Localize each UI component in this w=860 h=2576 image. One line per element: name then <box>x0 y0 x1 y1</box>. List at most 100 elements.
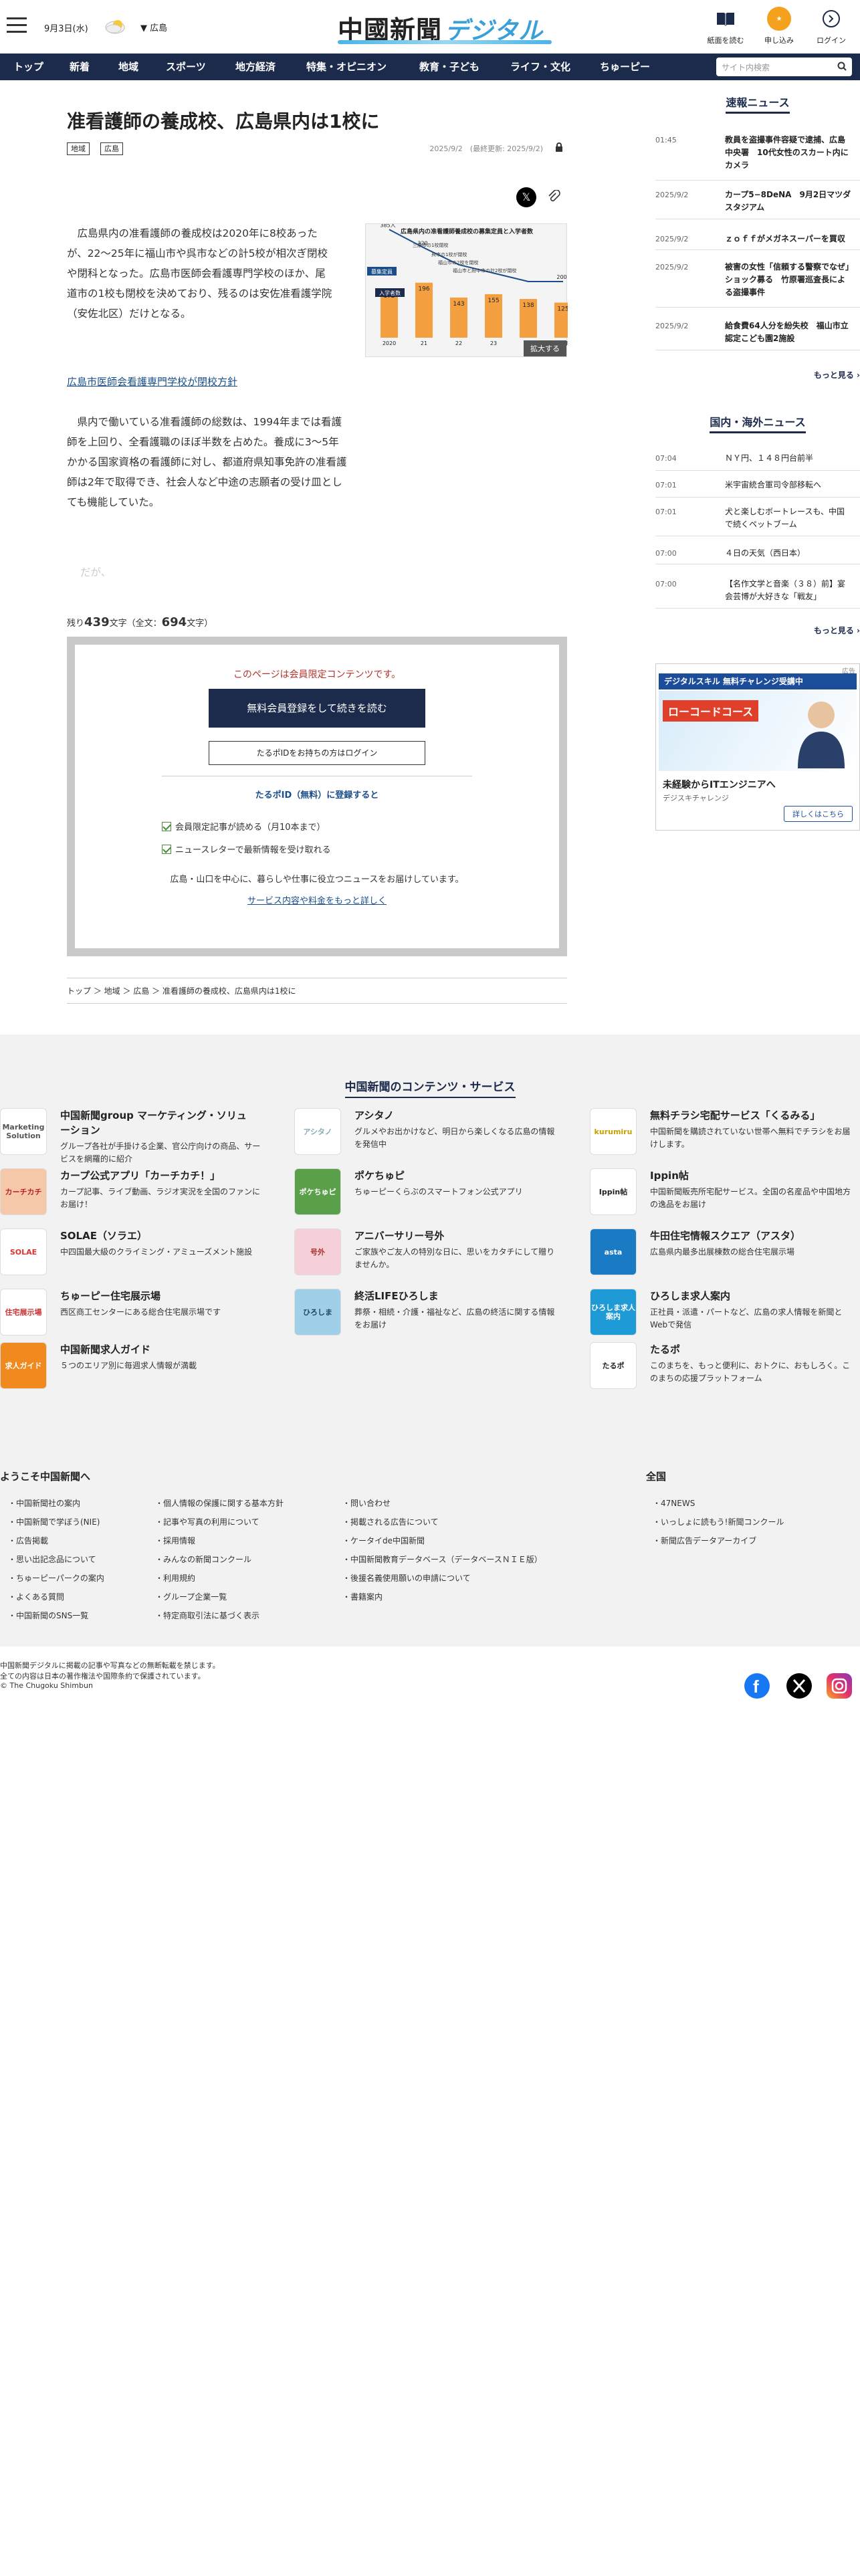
service-item[interactable]: 求人ガイド 中国新聞求人ガイド ５つのエリア別に毎週求人情報が満載 <box>0 1342 267 1396</box>
region-selector[interactable]: ▼ 広島 <box>140 21 167 33</box>
service-item[interactable]: ひろしま求人案内 ひろしま求人案内 正社員・派遣・パートなど、広島の求人情報を新聞と… <box>590 1289 857 1342</box>
service-item[interactable]: たるポ たるポ このまちを、もっと便利に、おトクに、おもしろく。このまちの応援プラッ… <box>590 1342 857 1396</box>
tag-region[interactable]: 地域 <box>67 142 90 155</box>
news-item[interactable]: 07:01 犬と楽しむボートレースも、中国で続くペットブーム <box>655 506 860 536</box>
paper-button[interactable]: 紙面を読む <box>702 7 749 45</box>
footer-link[interactable]: ・グループ企業一覧 <box>155 1591 227 1602</box>
facebook-icon[interactable]: f <box>744 1673 770 1699</box>
service-logo: Ippin帖 <box>590 1168 637 1215</box>
x-icon[interactable] <box>786 1673 812 1699</box>
service-item[interactable]: 住宅展示場 ちゅーピー住宅展示場 西区商工センターにある総合住宅展示場です <box>0 1289 267 1342</box>
news-item[interactable]: 2025/9/2 カープ5−8DeNA 9月2日マツダスタジアム <box>655 189 860 219</box>
footer-link[interactable]: ・中国新聞社の案内 <box>8 1497 80 1509</box>
footer-link[interactable]: ・思い出記念品について <box>8 1553 96 1565</box>
benefit-item: ニュースレターで最新情報を受け取れる <box>162 843 331 855</box>
more-label: もっと見る <box>813 370 854 380</box>
service-name: SOLAE（ソラエ） <box>60 1230 147 1242</box>
nav-new[interactable]: 新着 <box>70 53 90 80</box>
news-item[interactable]: 07:01 米宇宙統合軍司令部移転へ <box>655 479 860 498</box>
nav-region[interactable]: 地域 <box>118 53 138 80</box>
paywall-more-link[interactable]: サービス内容や料金をもっと詳しく <box>75 893 559 906</box>
nav-sports[interactable]: スポーツ <box>166 53 206 80</box>
zoom-button[interactable]: 拡大する <box>524 340 566 356</box>
login-button[interactable]: ログイン <box>808 7 855 45</box>
article-figure[interactable]: 広島県内の准看護師養成校の募集定員と入学者数172202019621143221… <box>365 223 568 357</box>
footer-link[interactable]: ・新聞広告データアーカイブ <box>653 1535 756 1546</box>
news-item[interactable]: 01:45 教員を盗撮事件容疑で逮捕、広島中央署 10代女性のスカート内にカメラ <box>655 134 860 181</box>
service-item[interactable]: 号外 アニバーサリー号外 ご家族やご友人の特別な日に、思いをカタチにして贈りませんか… <box>294 1228 562 1282</box>
footer-link[interactable]: ・ケータイde中国新聞 <box>342 1535 425 1546</box>
news-title: ＮＹ円、１４８円台前半 <box>725 453 814 463</box>
footer-link[interactable]: ・ちゅーピーパークの案内 <box>8 1572 104 1584</box>
instagram-icon[interactable] <box>827 1673 852 1699</box>
footer-link[interactable]: ・採用情報 <box>155 1535 195 1546</box>
footer-link[interactable]: ・利用規約 <box>155 1572 195 1584</box>
service-item[interactable]: kurumiru 無料チラシ宅配サービス「くるみる」 中国新聞を購読されていない世帯… <box>590 1108 857 1162</box>
register-button[interactable]: 無料会員登録をして続きを読む <box>209 689 425 728</box>
service-item[interactable]: ポケちゅピ ポケちゅピ ちゅーピーくらぶのスマートフォン公式アプリ <box>294 1168 562 1222</box>
ad-title: デジタルスキル 無料チャレンジ受講中 <box>659 673 857 689</box>
footer-link[interactable]: ・中国新聞のSNS一覧 <box>8 1610 88 1621</box>
nav-opinion[interactable]: 特集・オピニオン <box>306 53 387 80</box>
related-link[interactable]: 広島市医師会看護専門学校が閉校方針 <box>67 374 237 389</box>
service-logo: ひろしま <box>294 1289 341 1335</box>
tag-hiroshima[interactable]: 広島 <box>100 142 123 155</box>
footer-link[interactable]: ・中国新聞で学ぼう(NIE) <box>8 1516 100 1527</box>
service-item[interactable]: カーチカチ カープ公式アプリ「カーチカチ！」 カープ記事、ライブ動画、ラジオ実況を全… <box>0 1168 267 1222</box>
breaking-heading: 速報ニュース <box>655 94 860 114</box>
news-title: カープ5−8DeNA 9月2日マツダスタジアム <box>725 190 851 212</box>
service-item[interactable]: asta 牛田住宅情報スクエア（アスタ） 広島県内最多出展棟数の総合住宅展示場 <box>590 1228 857 1282</box>
news-item[interactable]: 2025/9/2 給食費64人分を紛失校 福山市立認定こども園2施設 <box>655 320 860 350</box>
breaking-more-link[interactable]: もっと見る › <box>814 369 860 381</box>
ad-banner[interactable]: 広告 デジタルスキル 無料チャレンジ受講中 ローコードコース 未経験からITエン… <box>655 663 860 831</box>
footer-link[interactable]: ・掲載される広告について <box>342 1516 439 1527</box>
ad-headline: 未経験からITエンジニアへ <box>663 780 776 790</box>
news-item[interactable]: 07:04 ＮＹ円、１４８円台前半 <box>655 452 860 471</box>
login-link-button[interactable]: たるポIDをお持ちの方はログイン <box>209 741 425 765</box>
service-item[interactable]: Ippin帖 Ippin帖 中国新聞販売所宅配サービス。全国の名産品や中国地方の逸品… <box>590 1168 857 1222</box>
footer-link[interactable]: ・47NEWS <box>653 1497 695 1509</box>
remain-prefix: 残り <box>67 619 85 629</box>
nav-economy[interactable]: 地方経済 <box>235 53 276 80</box>
nav-life[interactable]: ライフ・文化 <box>510 53 570 80</box>
apply-button[interactable]: ★ 申し込み <box>756 7 802 45</box>
x-share-icon[interactable]: 𝕏 <box>516 187 536 207</box>
service-logo: アシタノ <box>294 1108 341 1155</box>
search-input[interactable]: サイト内検索 <box>716 58 852 76</box>
zenkoku-title: 全国 <box>646 1471 667 1483</box>
footer-link[interactable]: ・広告掲載 <box>8 1535 48 1546</box>
footer-link[interactable]: ・よくある質問 <box>8 1591 64 1602</box>
footer-link[interactable]: ・個人情報の保護に関する基本方針 <box>155 1497 284 1509</box>
footer-link[interactable]: ・みんなの新聞コンクール <box>155 1553 251 1565</box>
nav-education[interactable]: 教育・子ども <box>419 53 479 80</box>
service-item[interactable]: アシタノ アシタノ グルメやお出かけなど、明日から楽しくなる広島の情報を発信中 <box>294 1108 562 1162</box>
footer-link[interactable]: ・特定商取引法に基づく表示 <box>155 1610 259 1621</box>
breadcrumb[interactable]: トップ ＞ 地域 ＞ 広島 ＞ 准看護師の養成校、広島県内は1校に <box>67 978 567 1004</box>
service-item[interactable]: SOLAE SOLAE（ソラエ） 中四国最大級のクライミング・アミューズメント施設 <box>0 1228 267 1282</box>
news-item[interactable]: 07:00 ４日の天気（西日本） <box>655 547 860 564</box>
menu-icon[interactable] <box>7 17 27 35</box>
news-item[interactable]: 2025/9/2 被害の女性「信頼する警察でなぜ」ショック募る 竹原署巡査長による… <box>655 261 860 308</box>
nav-top[interactable]: トップ <box>13 53 43 80</box>
footer-link[interactable]: ・中国新聞教育データベース（データベースＮＩＥ版） <box>342 1553 542 1565</box>
weather-icon <box>102 16 132 36</box>
article-fade: だが、 <box>80 566 112 578</box>
site-header: 9月3日(水) ▼ 広島 中國新聞 デジタル 紙面を読む ★ 申し込み ログイン <box>0 0 860 53</box>
ad-cta-button[interactable]: 詳しくはこちら <box>784 806 853 822</box>
service-item[interactable]: ひろしま 終活LIFEひろしま 葬祭・相続・介護・福祉など、広島の終活に関する情報を… <box>294 1289 562 1342</box>
service-item[interactable]: Marketing Solution 中国新聞group マーケティング・ソリュー… <box>0 1108 267 1164</box>
search-icon[interactable] <box>837 62 847 73</box>
footer-link[interactable]: ・書籍案内 <box>342 1591 383 1602</box>
world-more-link[interactable]: もっと見る › <box>814 625 860 636</box>
service-name: 中国新聞group マーケティング・ソリューション <box>60 1109 247 1136</box>
apply-icon: ★ <box>767 7 791 31</box>
footer-link[interactable]: ・問い合わせ <box>342 1497 391 1509</box>
footer-link[interactable]: ・いっしょに読もう!新聞コンクール <box>653 1516 784 1527</box>
nav-chupi[interactable]: ちゅーピー <box>600 53 650 80</box>
article-lead: 広島県内の准看護師の養成校は2020年に8校あったが、22〜25年に福山市や呉市… <box>67 227 332 320</box>
news-item[interactable]: 2025/9/2 ｚｏｆｆがメガネスーパーを買収 <box>655 233 860 250</box>
footer-link[interactable]: ・記事や写真の利用について <box>155 1516 259 1527</box>
footer-link[interactable]: ・後援名義使用願いの申請について <box>342 1572 471 1584</box>
news-item[interactable]: 07:00 【名作文学と音楽（３８）前】宴会芸博が大好きな「戦友」 <box>655 578 860 609</box>
copy-link-icon[interactable] <box>547 189 560 207</box>
